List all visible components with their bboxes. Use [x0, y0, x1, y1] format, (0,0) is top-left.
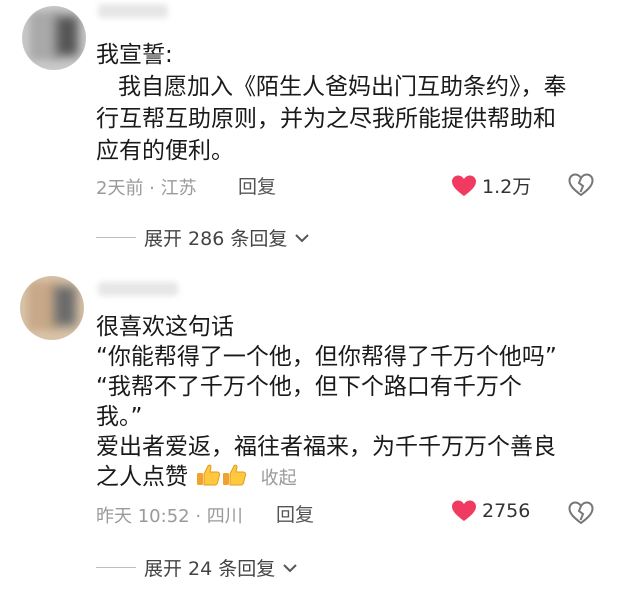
chevron-down-icon [295, 233, 310, 242]
comment-text-line: 行互帮互助原则，并为之尽我所能提供帮助和 [96, 106, 556, 132]
comment-text-line: 我。” [96, 404, 143, 430]
comment-text-line: 我自愿加入《陌生人爸妈出门互助条约》，奉 [118, 74, 567, 100]
comment-text-fragment: 之人点赞 [96, 464, 188, 490]
heart-icon [452, 500, 476, 521]
like-count: 1.2万 [482, 176, 532, 198]
collapse-button[interactable]: 收起 [261, 468, 297, 489]
thumbs-up-icon [197, 464, 221, 486]
comment-text-line: “你能帮得了一个他，但你帮得了千万个他吗” [96, 344, 557, 370]
dislike-heart-icon[interactable] [568, 172, 594, 198]
comment-text-line: 很喜欢这句话 [96, 314, 234, 340]
avatar[interactable] [20, 276, 84, 340]
divider [96, 237, 136, 238]
dislike-heart-icon[interactable] [568, 500, 594, 526]
comment-text-line: 我宣誓: [96, 42, 173, 68]
thumbs-up-icon [223, 464, 247, 486]
comment-text-line: “我帮不了千万个他，但下个路口有千万个 [96, 374, 522, 400]
avatar[interactable] [22, 6, 86, 70]
username-redacted[interactable] [98, 4, 168, 18]
username-redacted[interactable] [98, 282, 178, 296]
expand-replies-button[interactable]: 展开 286 条回复 [96, 224, 310, 251]
comment-meta: 昨天 10:52 · 四川 [96, 506, 243, 527]
comment-meta: 2天前 · 江苏 [96, 178, 197, 199]
expand-replies-button[interactable]: 展开 24 条回复 [96, 554, 297, 581]
reply-button[interactable]: 回复 [238, 172, 276, 199]
like-count: 2756 [482, 500, 531, 522]
divider [96, 567, 136, 568]
expand-label: 展开 24 条回复 [144, 558, 276, 580]
comment-text-line: 爱出者爱返，福往者福来，为千千万万个善良 [96, 434, 556, 460]
chevron-down-icon [283, 563, 297, 572]
like-button[interactable]: 2756 [452, 500, 530, 522]
reply-button[interactable]: 回复 [276, 500, 314, 527]
comment-text-line: 应有的便利。 [96, 138, 234, 164]
comment-text-line-with-emoji: 之人点赞 收起 [96, 462, 297, 495]
like-button[interactable]: 1.2万 [452, 172, 531, 199]
expand-label: 展开 286 条回复 [144, 228, 288, 250]
heart-icon [452, 175, 476, 196]
